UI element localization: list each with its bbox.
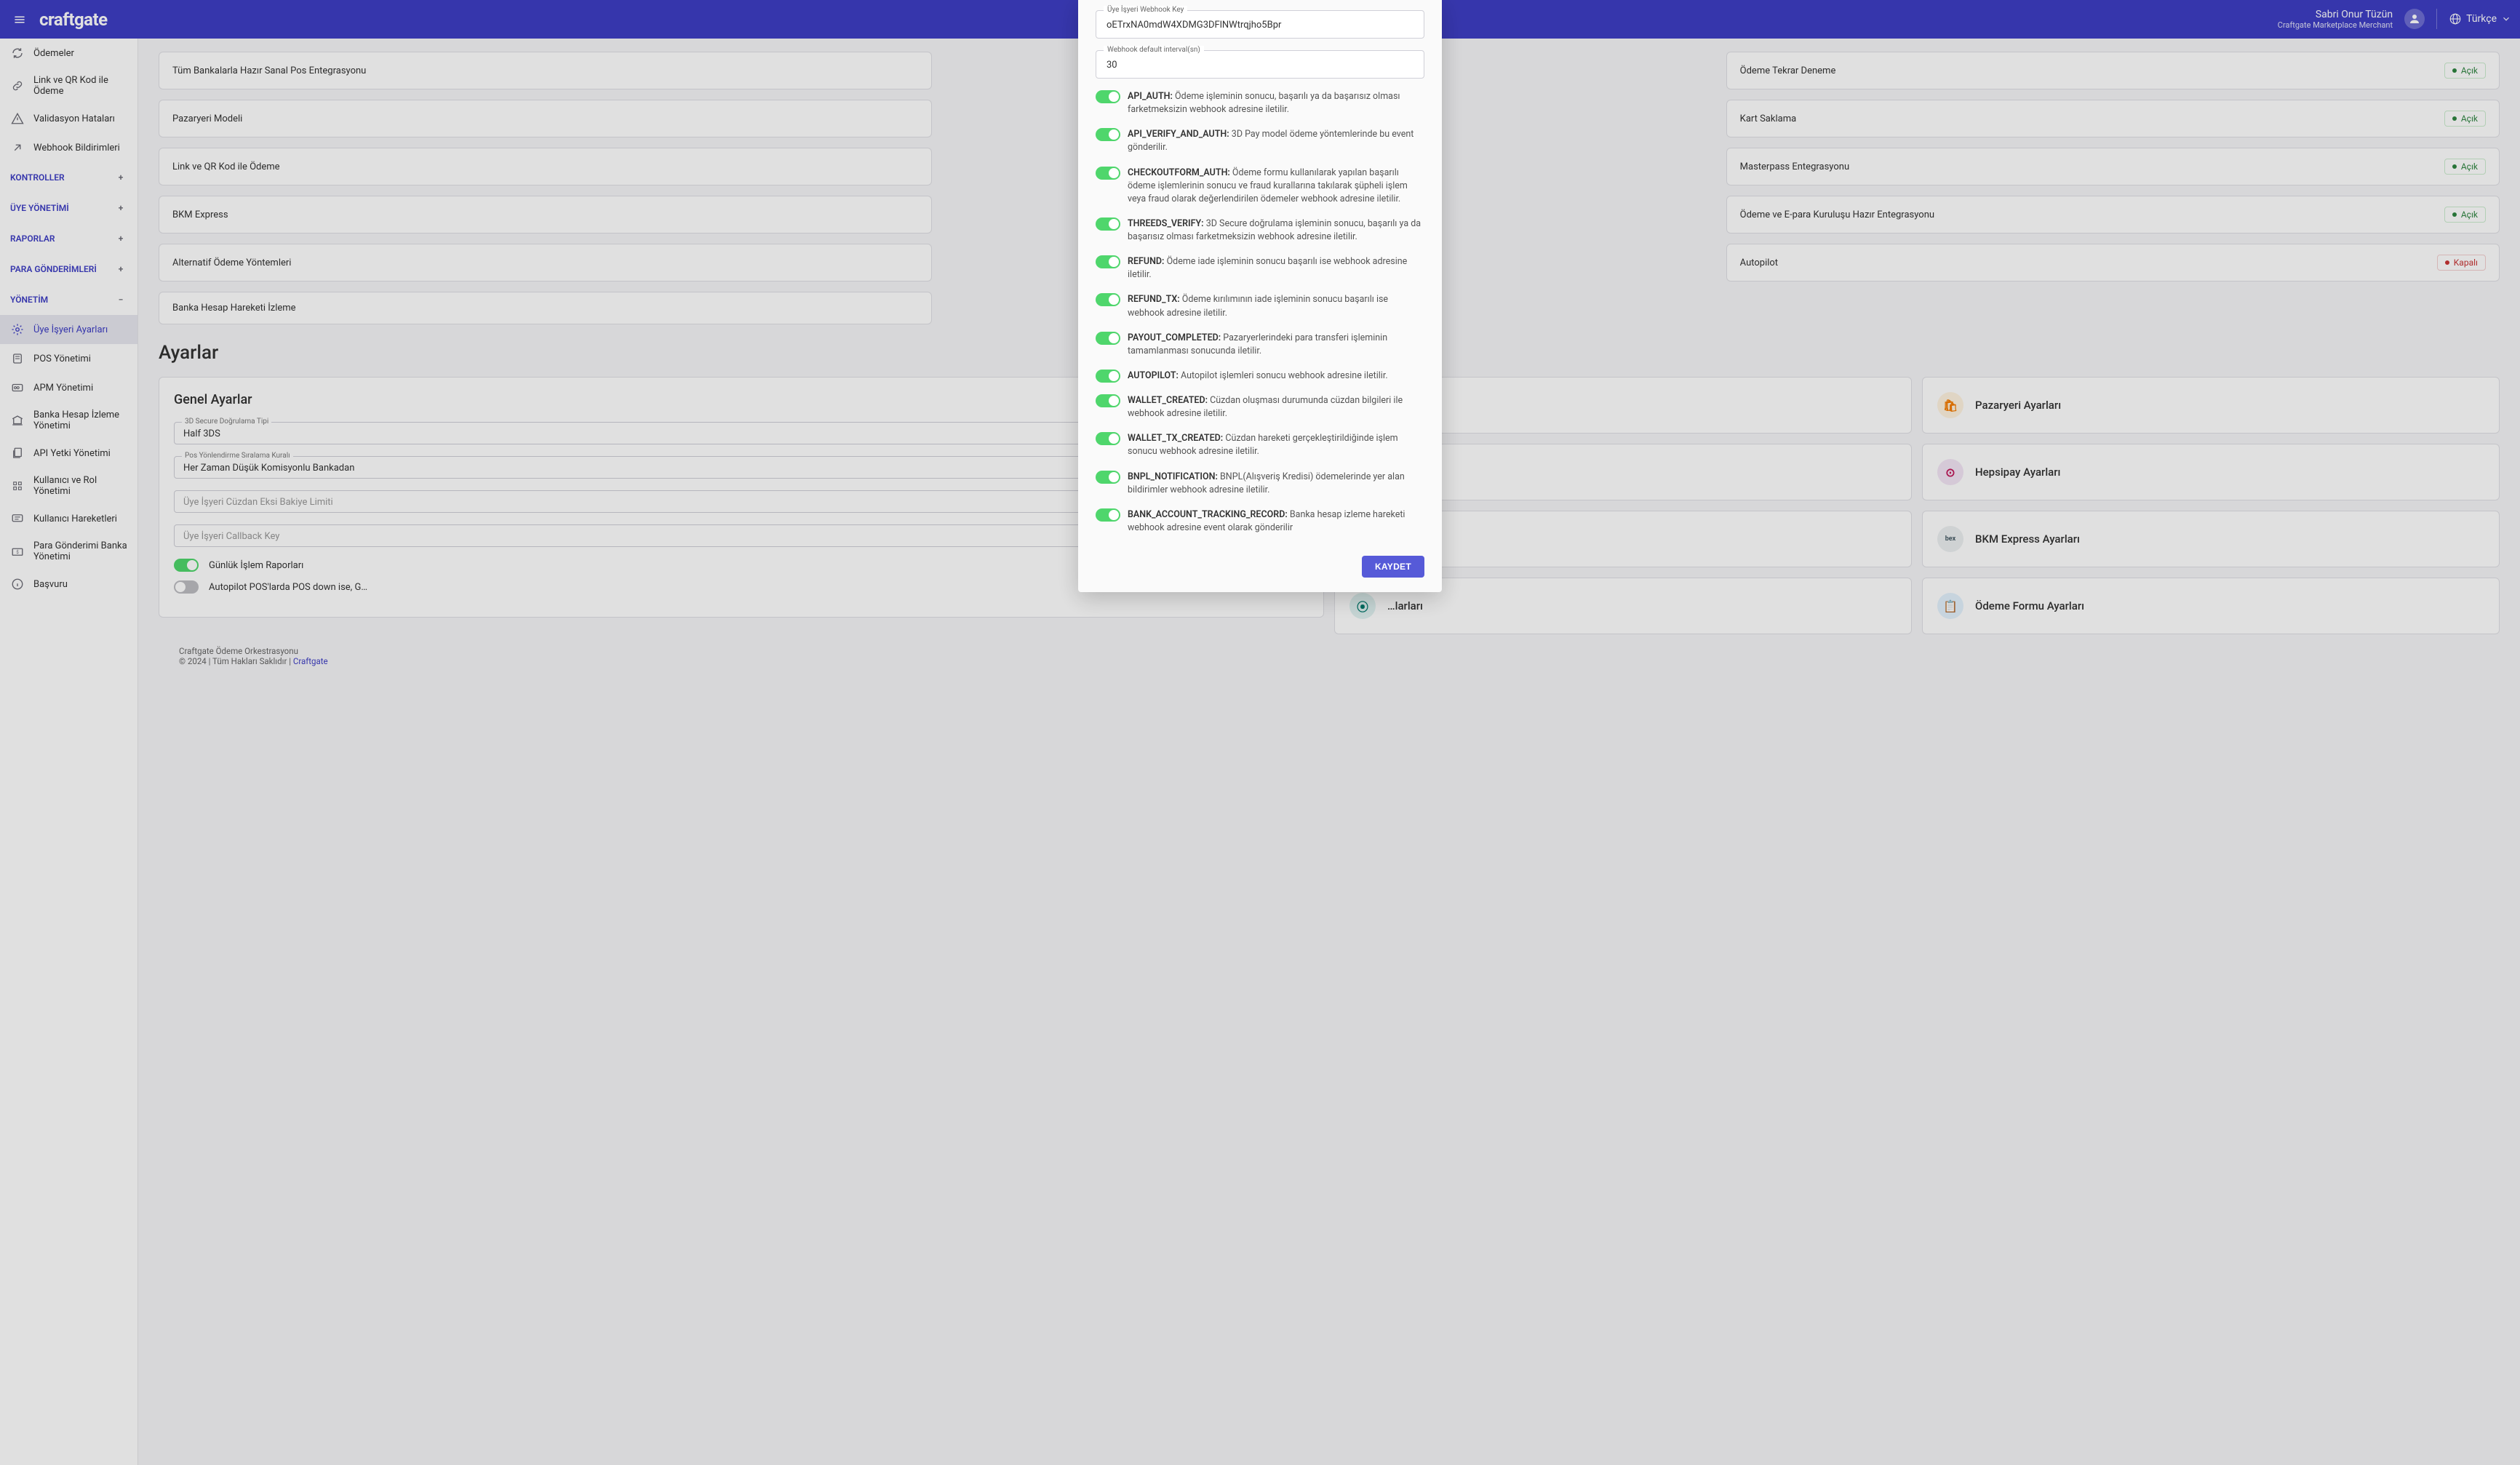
- webhook-description: API_AUTH: Ödeme işleminin sonucu, başarı…: [1128, 90, 1424, 116]
- webhook-description: REFUND: Ödeme iade işleminin sonucu başa…: [1128, 255, 1424, 282]
- webhook-toggle-row: API_AUTH: Ödeme işleminin sonucu, başarı…: [1096, 90, 1424, 116]
- webhook-toggle-row: CHECKOUTFORM_AUTH: Ödeme formu kullanıla…: [1096, 167, 1424, 206]
- webhook-toggle[interactable]: [1096, 128, 1120, 141]
- webhook-toggle[interactable]: [1096, 332, 1120, 345]
- webhook-description: REFUND_TX: Ödeme kırılımının iade işlemi…: [1128, 293, 1424, 319]
- webhook-toggle-row: BANK_ACCOUNT_TRACKING_RECORD: Banka hesa…: [1096, 508, 1424, 535]
- webhook-toggle[interactable]: [1096, 90, 1120, 103]
- webhook-toggle[interactable]: [1096, 471, 1120, 484]
- modal-input-field[interactable]: Üye İşyeri Webhook KeyoETrxNA0mdW4XDMG3D…: [1096, 10, 1424, 39]
- webhook-toggle[interactable]: [1096, 293, 1120, 306]
- webhook-toggle[interactable]: [1096, 255, 1120, 268]
- webhook-toggle[interactable]: [1096, 167, 1120, 180]
- webhook-settings-modal: Üye İşyeri Webhook Key oETrxNA0mdW4XDMG3D…: [1078, 0, 1442, 592]
- save-button[interactable]: KAYDET: [1362, 556, 1424, 578]
- modal-field-value: 30: [1107, 60, 1413, 71]
- webhook-toggle-row: AUTOPILOT: Autopilot işlemleri sonucu we…: [1096, 370, 1424, 383]
- webhook-description: WALLET_CREATED: Cüzdan oluşması durumund…: [1128, 394, 1424, 420]
- modal-field-value: oETrxNA0mdW4XDMG3DFlNWtrqjho5Bpr: [1107, 20, 1413, 31]
- webhook-toggle[interactable]: [1096, 508, 1120, 522]
- webhook-description: PAYOUT_COMPLETED: Pazaryerlerindeki para…: [1128, 332, 1424, 358]
- webhook-description: CHECKOUTFORM_AUTH: Ödeme formu kullanıla…: [1128, 167, 1424, 206]
- webhook-toggle-row: REFUND: Ödeme iade işleminin sonucu başa…: [1096, 255, 1424, 282]
- webhook-toggle-row: WALLET_TX_CREATED: Cüzdan hareketi gerçe…: [1096, 432, 1424, 458]
- webhook-description: API_VERIFY_AND_AUTH: 3D Pay model ödeme …: [1128, 128, 1424, 154]
- webhook-toggle[interactable]: [1096, 217, 1120, 231]
- webhook-toggle-row: THREEDS_VERIFY: 3D Secure doğrulama işle…: [1096, 217, 1424, 244]
- modal-field-label: Webhook default interval(sn): [1104, 46, 1204, 54]
- webhook-toggle[interactable]: [1096, 394, 1120, 407]
- webhook-description: THREEDS_VERIFY: 3D Secure doğrulama işle…: [1128, 217, 1424, 244]
- webhook-toggle-row: API_VERIFY_AND_AUTH: 3D Pay model ödeme …: [1096, 128, 1424, 154]
- modal-input-field[interactable]: Webhook default interval(sn)30: [1096, 50, 1424, 79]
- webhook-description: BANK_ACCOUNT_TRACKING_RECORD: Banka hesa…: [1128, 508, 1424, 535]
- webhook-description: WALLET_TX_CREATED: Cüzdan hareketi gerçe…: [1128, 432, 1424, 458]
- webhook-toggle-row: BNPL_NOTIFICATION: BNPL(Alışveriş Kredis…: [1096, 471, 1424, 497]
- modal-field-label: Üye İşyeri Webhook Key: [1104, 6, 1187, 14]
- webhook-toggle[interactable]: [1096, 432, 1120, 445]
- webhook-description: AUTOPILOT: Autopilot işlemleri sonucu we…: [1128, 370, 1424, 383]
- webhook-toggle-row: PAYOUT_COMPLETED: Pazaryerlerindeki para…: [1096, 332, 1424, 358]
- webhook-toggle[interactable]: [1096, 370, 1120, 383]
- webhook-toggle-row: REFUND_TX: Ödeme kırılımının iade işlemi…: [1096, 293, 1424, 319]
- modal-backdrop[interactable]: Üye İşyeri Webhook Key oETrxNA0mdW4XDMG3D…: [0, 0, 2520, 1465]
- webhook-description: BNPL_NOTIFICATION: BNPL(Alışveriş Kredis…: [1128, 471, 1424, 497]
- webhook-toggle-row: WALLET_CREATED: Cüzdan oluşması durumund…: [1096, 394, 1424, 420]
